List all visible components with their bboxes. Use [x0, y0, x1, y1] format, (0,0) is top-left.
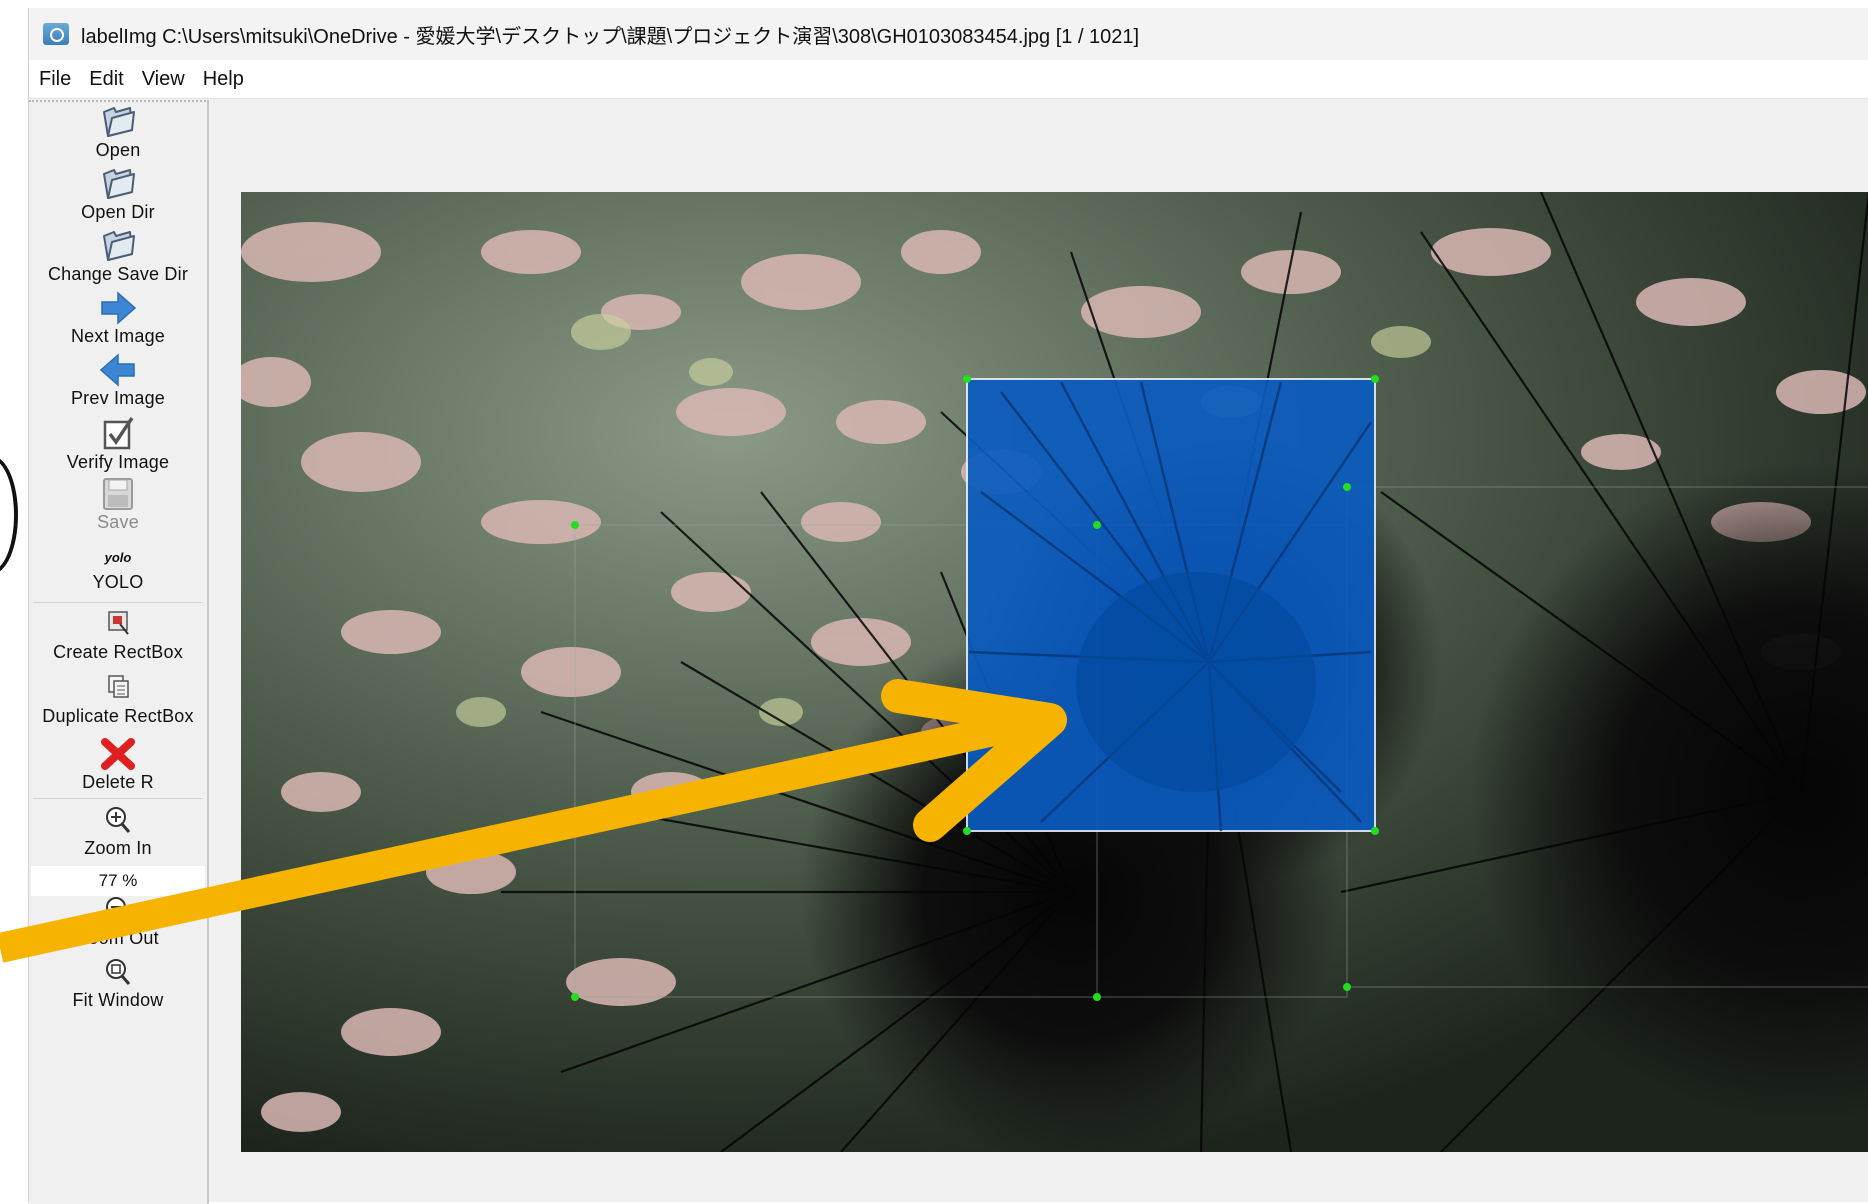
annotation-arrow [0, 679, 1067, 963]
